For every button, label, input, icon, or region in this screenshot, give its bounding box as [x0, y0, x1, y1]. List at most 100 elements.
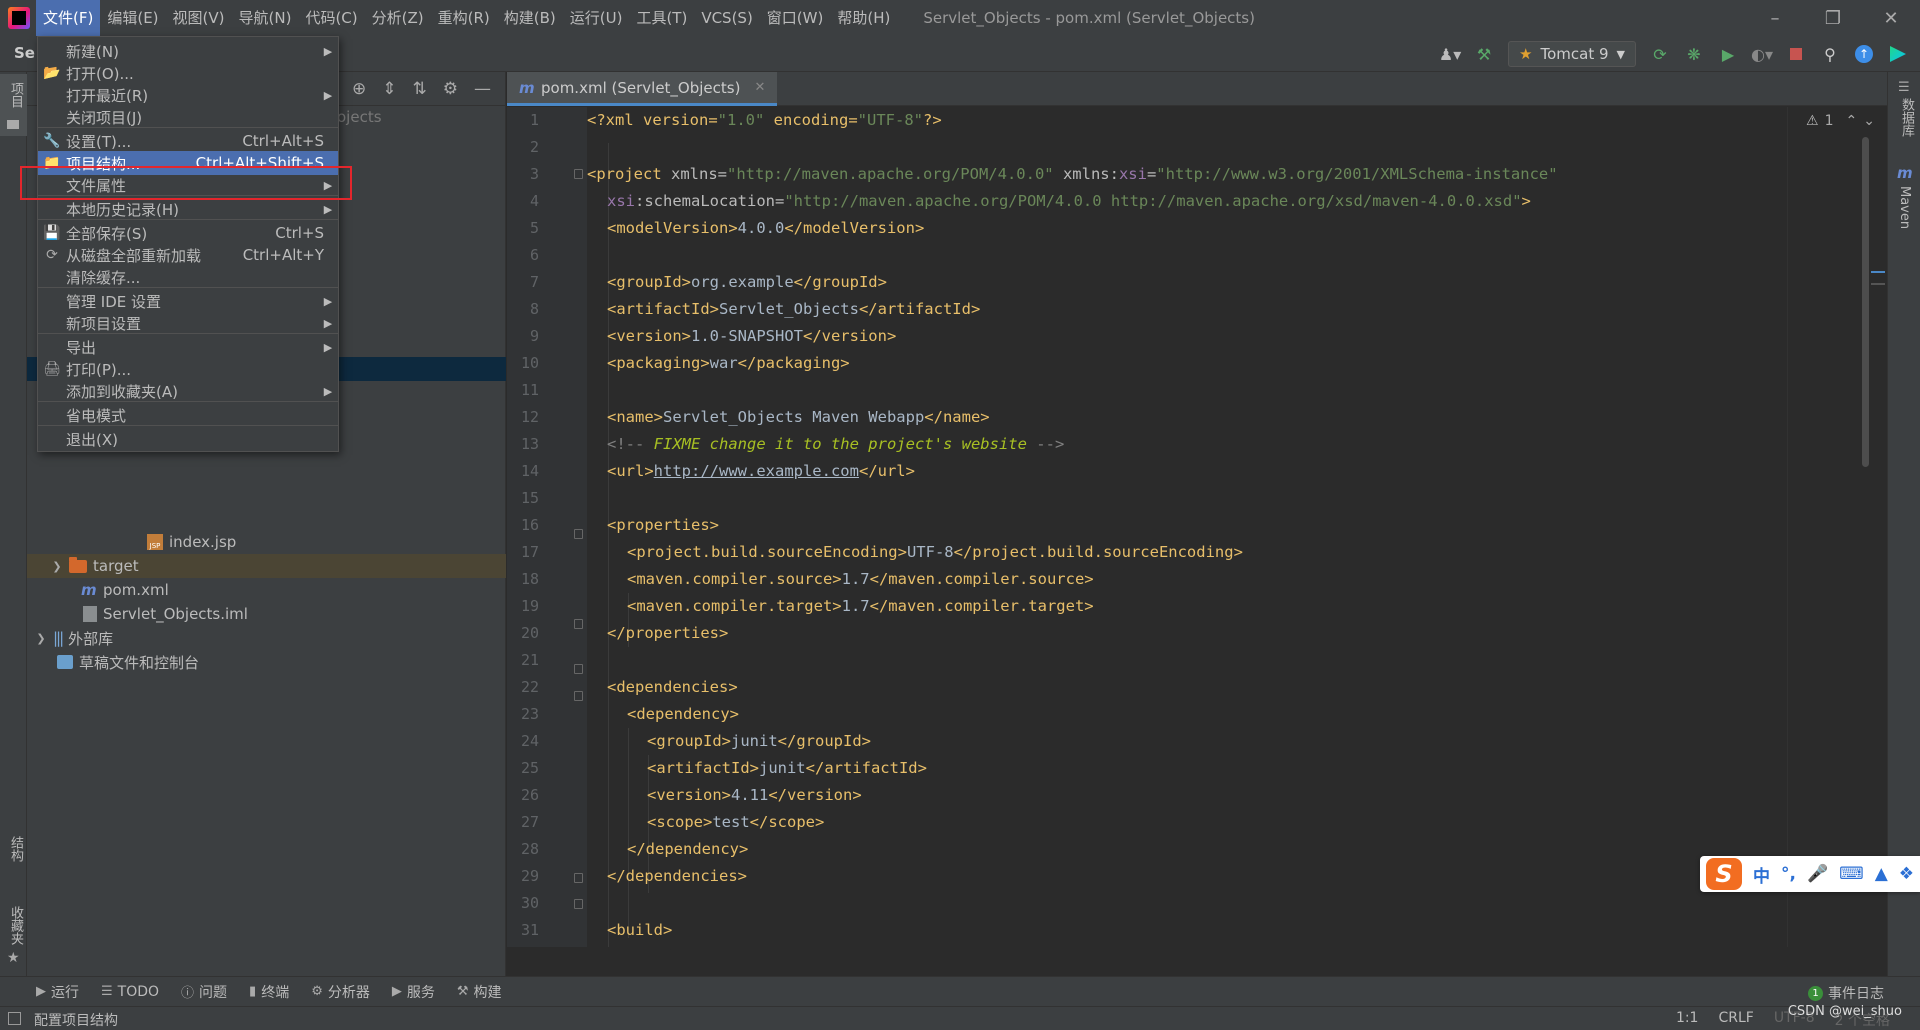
chevron-down-icon[interactable]: ⌄	[1863, 113, 1875, 129]
line-separator[interactable]: CRLF	[1718, 1010, 1753, 1030]
tool-profiler[interactable]: ⚙ 分析器	[311, 982, 370, 1002]
locate-file-icon[interactable]: ⊕	[352, 79, 366, 99]
favorites-tool-button[interactable]: 收藏夹 ★	[0, 902, 27, 972]
keyboard-icon[interactable]: ⌨	[1839, 864, 1864, 884]
status-panel-icon[interactable]	[8, 1012, 21, 1025]
menu-file[interactable]: 文件(F)	[36, 0, 101, 36]
fold-marker-icon[interactable]	[574, 664, 583, 674]
project-name-short[interactable]: Se	[14, 44, 35, 62]
tab-pom-xml[interactable]: m pom.xml (Servlet_Objects) ✕	[507, 72, 778, 106]
event-log-button[interactable]: 1 事件日志	[1808, 983, 1884, 1003]
debug-icon[interactable]: ❋	[1684, 44, 1704, 64]
structure-tool-button[interactable]: 结构	[0, 832, 27, 892]
tool-build[interactable]: ⚒ 构建	[457, 982, 502, 1002]
profiler-icon[interactable]: ◐▾	[1751, 44, 1773, 64]
fold-marker-icon[interactable]	[574, 899, 583, 909]
chevron-right-icon[interactable]: ❯	[35, 632, 47, 645]
tree-item-pom[interactable]: m pom.xml	[81, 578, 169, 602]
gear-icon[interactable]: ⚙	[443, 79, 458, 99]
file-menu-item[interactable]: 打开最近(R) ▶	[38, 83, 338, 107]
microphone-icon[interactable]: 🎤	[1807, 864, 1828, 884]
fold-marker-icon[interactable]	[574, 873, 583, 883]
fold-marker-icon[interactable]	[574, 619, 583, 629]
tree-item-external-libraries[interactable]: ❯ ||| 外部库	[35, 626, 113, 650]
close-tab-icon[interactable]: ✕	[754, 80, 765, 95]
file-menu-item[interactable]: 本地历史记录(H) ▶	[38, 197, 338, 221]
menu-tools[interactable]: 工具(T)	[629, 0, 694, 36]
chevron-up-icon[interactable]: ⌃	[1845, 113, 1857, 129]
url-link[interactable]: http://www.example.com	[654, 462, 859, 480]
menu-window[interactable]: 窗口(W)	[760, 0, 831, 36]
jetbrains-toolbox-icon[interactable]	[1888, 44, 1908, 64]
bottom-tool-bar: ▶ 运行 ☰ TODO ⓘ 问题 ▮ 终端 ⚙ 分析器 ▶ 服务 ⚒ 构建 1 事件日志	[0, 976, 1920, 1006]
inspection-widget[interactable]: ⚠ 1 ⌃ ⌄	[1806, 113, 1875, 129]
database-tool-button[interactable]: ☰ 数据库	[1888, 80, 1920, 150]
code-editor[interactable]: <?xml version="1.0" encoding="UTF-8"?> <…	[587, 107, 1787, 947]
file-menu-item[interactable]: ⟳ 从磁盘全部重新加载 Ctrl+Alt+Y	[38, 243, 338, 267]
line-number: 3	[529, 165, 539, 183]
menu-help[interactable]: 帮助(H)	[830, 0, 897, 36]
file-menu-item[interactable]: 🖨 打印(P)...	[38, 357, 338, 381]
file-menu-item[interactable]: 导出 ▶	[38, 335, 338, 359]
tree-item-scratches[interactable]: 草稿文件和控制台	[57, 650, 199, 674]
file-menu-item[interactable]: 省电模式	[38, 403, 338, 427]
skin-icon[interactable]: ▲	[1875, 864, 1888, 884]
menu-run[interactable]: 运行(U)	[563, 0, 630, 36]
vertical-scrollbar[interactable]	[1862, 137, 1869, 467]
menu-analyze[interactable]: 分析(Z)	[365, 0, 431, 36]
file-menu-item[interactable]: 新项目设置 ▶	[38, 311, 338, 335]
run-config-selector[interactable]: ★ Tomcat 9 ▼	[1508, 41, 1636, 67]
file-menu-item[interactable]: 添加到收藏夹(A) ▶	[38, 379, 338, 403]
search-icon[interactable]: ⚲	[1820, 44, 1840, 64]
tool-run[interactable]: ▶ 运行	[36, 982, 79, 1002]
file-menu-item[interactable]: 清除缓存...	[38, 265, 338, 289]
menu-code[interactable]: 代码(C)	[298, 0, 364, 36]
project-tool-button[interactable]: 项目	[0, 74, 27, 136]
file-menu-item[interactable]: 🔧 设置(T)... Ctrl+Alt+S	[38, 129, 338, 153]
chevron-right-icon[interactable]: ❯	[51, 560, 63, 573]
file-menu-item[interactable]: 💾 全部保存(S) Ctrl+S	[38, 221, 338, 245]
menu-refactor[interactable]: 重构(R)	[431, 0, 497, 36]
ime-punctuation-toggle[interactable]: °,	[1781, 864, 1796, 884]
fold-marker-icon[interactable]	[574, 169, 583, 179]
restore-icon[interactable]: ❐	[1804, 0, 1862, 36]
tool-services[interactable]: ▶ 服务	[392, 982, 435, 1002]
file-menu-item[interactable]: 新建(N) ▶	[38, 39, 338, 63]
rerun-icon[interactable]: ⟳	[1650, 44, 1670, 64]
collapse-all-icon[interactable]: ⇅	[413, 79, 427, 99]
file-menu-item[interactable]: 关闭项目(J)	[38, 105, 338, 129]
tool-problems[interactable]: ⓘ 问题	[181, 982, 227, 1002]
tool-todo[interactable]: ☰ TODO	[101, 984, 159, 1000]
hide-panel-icon[interactable]: —	[474, 79, 491, 99]
caret-position[interactable]: 1:1	[1676, 1010, 1699, 1030]
menu-navigate[interactable]: 导航(N)	[232, 0, 299, 36]
file-menu-item[interactable]: 📂 打开(O)...	[38, 61, 338, 85]
tree-item-target[interactable]: ❯ target	[27, 554, 506, 578]
ime-language-toggle[interactable]: 中	[1753, 862, 1770, 887]
fold-marker-icon[interactable]	[574, 691, 583, 701]
toolbar-actions: ♟▾ ⚒ ★ Tomcat 9 ▼ ⟳ ❋ ▶ ◐▾ ⚲ ↑	[1439, 36, 1920, 72]
stop-icon[interactable]	[1786, 44, 1806, 64]
menu-vcs[interactable]: VCS(S)	[694, 0, 759, 36]
coverage-icon[interactable]: ▶	[1718, 44, 1738, 64]
menu-view[interactable]: 视图(V)	[166, 0, 232, 36]
menu-build[interactable]: 构建(B)	[497, 0, 563, 36]
build-hammer-icon[interactable]: ⚒	[1474, 44, 1494, 64]
update-icon[interactable]: ↑	[1854, 44, 1874, 64]
tree-item-iml[interactable]: Servlet_Objects.iml	[83, 602, 248, 626]
maven-tool-button[interactable]: m Maven	[1888, 164, 1920, 244]
tool-terminal[interactable]: ▮ 终端	[249, 982, 289, 1002]
minimize-icon[interactable]: –	[1746, 0, 1804, 36]
menu-item-label: 新项目设置	[66, 314, 142, 333]
app-grid-icon[interactable]: ❖	[1899, 864, 1914, 884]
sogou-logo-icon[interactable]: S	[1706, 858, 1742, 890]
expand-all-icon[interactable]: ⇕	[382, 79, 396, 99]
menu-edit[interactable]: 编辑(E)	[100, 0, 165, 36]
user-icon[interactable]: ♟▾	[1439, 44, 1461, 64]
file-menu-item[interactable]: 退出(X)	[38, 427, 338, 451]
menu-separator	[38, 127, 338, 128]
tree-item-index-jsp[interactable]: JSP index.jsp	[147, 530, 236, 554]
fold-marker-icon[interactable]	[574, 529, 583, 539]
file-menu-item[interactable]: 管理 IDE 设置 ▶	[38, 289, 338, 313]
close-icon[interactable]: ✕	[1862, 0, 1920, 36]
